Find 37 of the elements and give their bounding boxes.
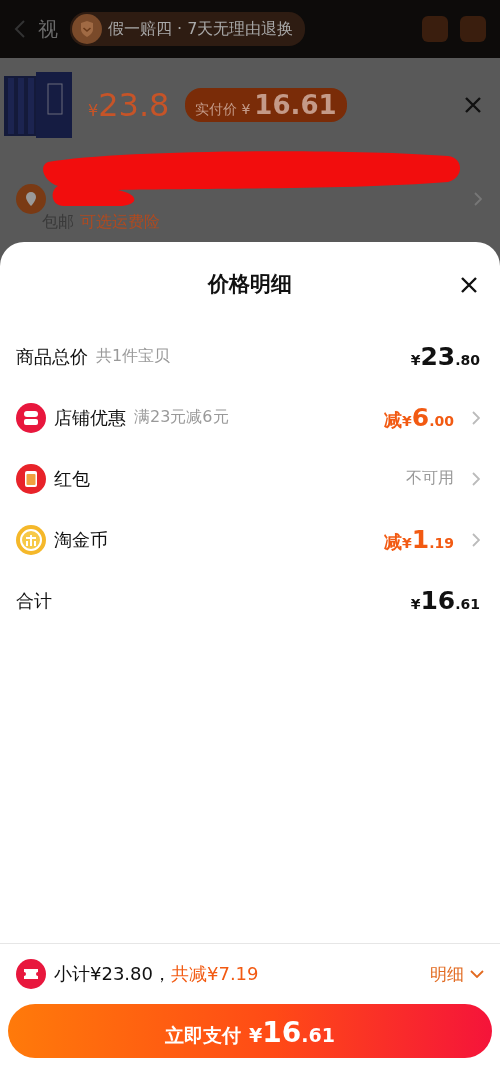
details-link[interactable]: 明细 xyxy=(430,962,484,986)
price-amount: 减¥1.19 xyxy=(384,525,454,554)
back-icon[interactable] xyxy=(14,19,26,39)
coin-icon xyxy=(16,524,46,555)
sheet-title: 价格明细 xyxy=(208,271,292,298)
chevron-right-icon xyxy=(474,192,482,206)
toolbar-icon[interactable] xyxy=(422,16,448,42)
chevron-right-icon xyxy=(472,471,480,486)
shipping-option: 可选运费险 xyxy=(80,212,160,231)
product-price: ¥23.8 xyxy=(88,86,170,124)
close-icon[interactable] xyxy=(460,276,478,294)
price-amount: 减¥6.00 xyxy=(384,403,454,432)
row-label: 店铺优惠 xyxy=(54,405,126,430)
toolbar-icon[interactable] xyxy=(460,16,486,42)
chevron-right-icon xyxy=(472,532,480,547)
price-amount: ¥16.61 xyxy=(410,586,480,615)
location-icon xyxy=(16,184,46,214)
row-label: 商品总价 xyxy=(16,344,88,369)
shield-icon xyxy=(72,14,102,44)
subtotal-text: 小计¥23.80， xyxy=(54,962,171,986)
row-label: 合计 xyxy=(16,588,52,613)
chevron-right-icon xyxy=(472,410,480,425)
row-label: 淘金币 xyxy=(54,527,108,552)
chevron-down-icon xyxy=(470,970,484,978)
ticket-icon xyxy=(16,959,46,989)
page-title: 视 xyxy=(38,15,58,43)
price-amount: ¥23.80 xyxy=(410,342,480,371)
badge-text: 假一赔四 · 7天无理由退换 xyxy=(108,18,294,40)
pay-button[interactable]: 立即支付 ¥16.61 xyxy=(8,1004,492,1058)
row-status: 不可用 xyxy=(406,468,454,489)
actual-price-badge: 实付价 ¥16.61 xyxy=(185,88,347,122)
store-icon xyxy=(16,402,46,433)
row-note: 共1件宝贝 xyxy=(96,346,171,367)
row-label: 红包 xyxy=(54,466,90,491)
row-note: 满23元减6元 xyxy=(134,407,229,428)
envelope-icon xyxy=(16,463,46,494)
saved-amount: 共减¥7.19 xyxy=(171,962,259,986)
